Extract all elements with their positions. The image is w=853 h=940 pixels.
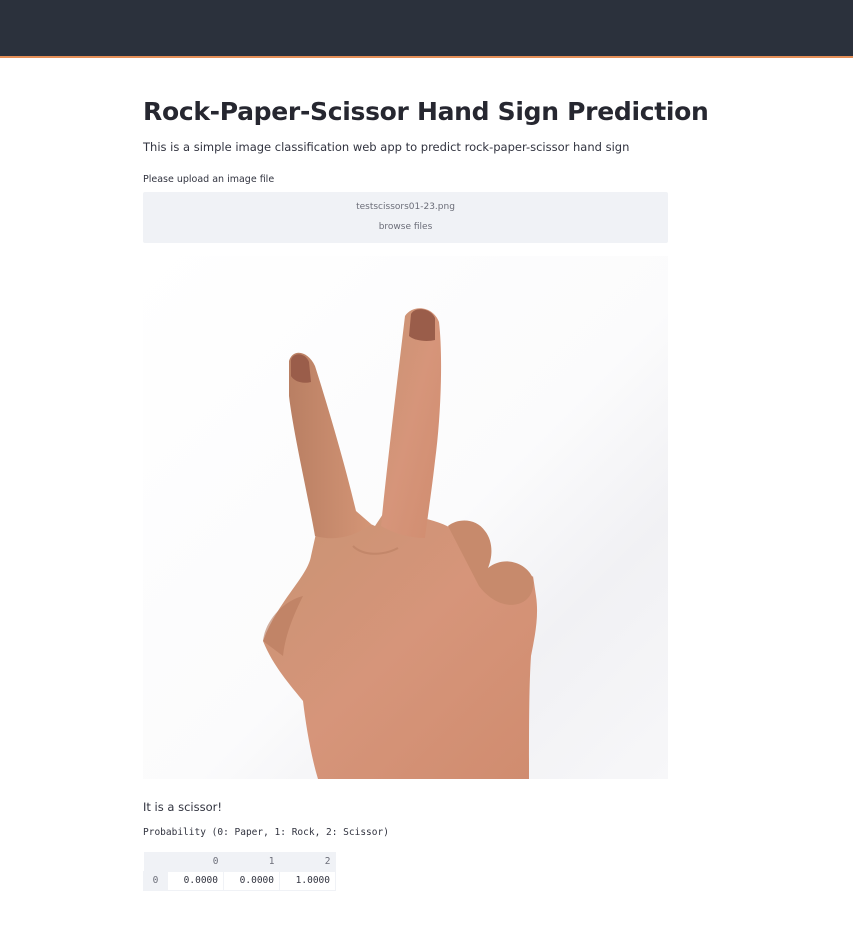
table-row: 0 0.0000 0.0000 1.0000 — [143, 870, 336, 891]
header-accent-line — [0, 56, 853, 58]
table-corner-cell — [143, 852, 168, 871]
main-content: Rock-Paper-Scissor Hand Sign Prediction … — [143, 96, 709, 891]
column-header[interactable]: 0 — [167, 852, 224, 871]
table-cell: 1.0000 — [279, 870, 336, 891]
probability-caption: Probability (0: Paper, 1: Rock, 2: Sciss… — [143, 827, 389, 838]
table-header-row: 0 1 2 — [143, 852, 336, 871]
page-title: Rock-Paper-Scissor Hand Sign Prediction — [143, 97, 709, 126]
probability-table: 0 1 2 0 0.0000 0.0000 1.0000 — [143, 852, 336, 891]
hand-scissors-illustration — [263, 308, 538, 779]
upload-label: Please upload an image file — [143, 174, 275, 185]
prediction-result: It is a scissor! — [143, 800, 222, 814]
uploaded-hand-image — [143, 256, 668, 779]
page-subtitle: This is a simple image classification we… — [143, 140, 630, 154]
uploaded-file-name: testscissors01-23.png — [356, 202, 455, 212]
table-cell: 0.0000 — [223, 870, 280, 891]
column-header[interactable]: 1 — [223, 852, 280, 871]
row-index: 0 — [143, 870, 168, 891]
app-header-bar — [0, 0, 853, 56]
table-cell: 0.0000 — [167, 870, 224, 891]
browse-files-button[interactable]: browse files — [143, 221, 668, 233]
column-header[interactable]: 2 — [279, 852, 336, 871]
file-uploader-dropzone[interactable]: testscissors01-23.png browse files — [143, 192, 668, 243]
